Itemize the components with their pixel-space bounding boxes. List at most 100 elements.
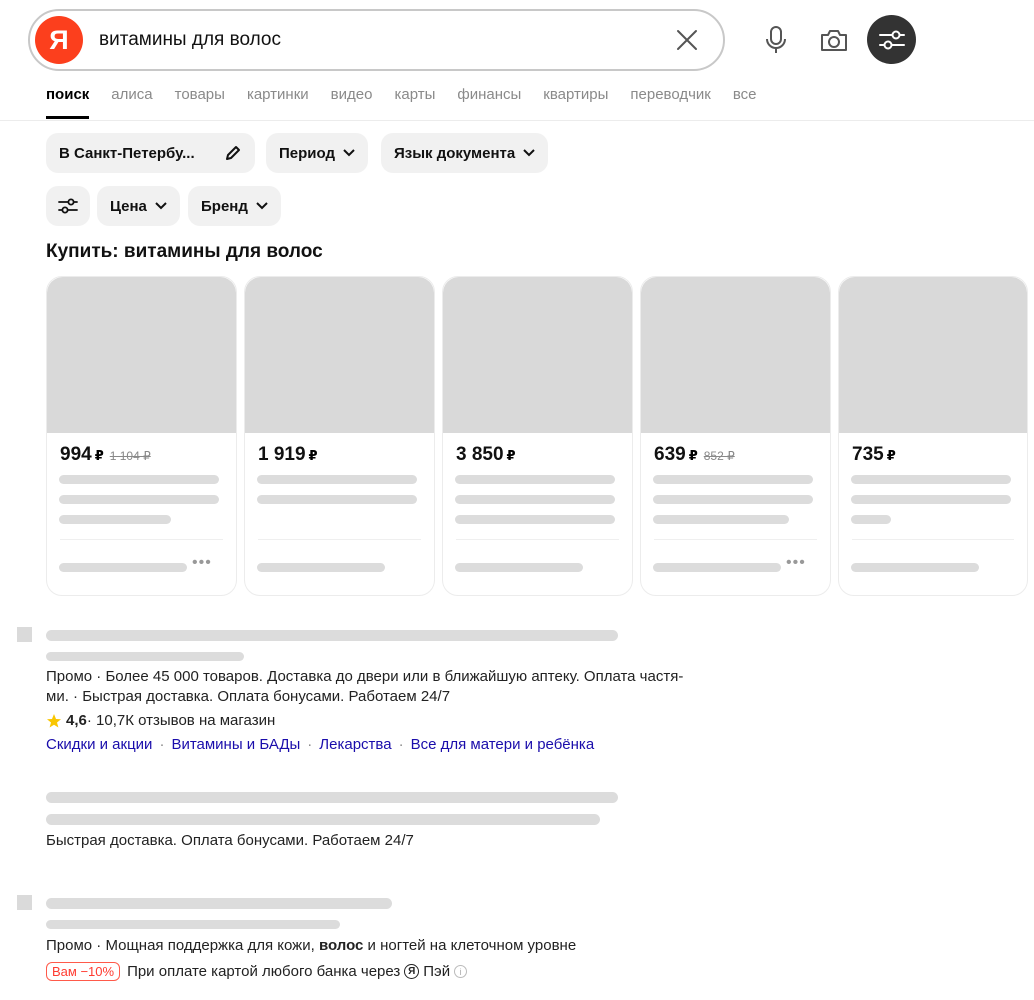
tab-video[interactable]: видео xyxy=(331,86,373,119)
filters-settings-button[interactable] xyxy=(46,186,90,226)
sitelink[interactable]: Все для матери и ребёнка xyxy=(411,736,595,753)
discount-badge: Вам −10% xyxy=(46,962,121,981)
result-snippet: Промо · Более 45 000 товаров. Доставка д… xyxy=(46,667,683,707)
shop-rating[interactable]: 4,6 · 10,7К отзывов на магазин xyxy=(46,712,275,729)
brand-filter[interactable]: Бренд xyxy=(188,186,281,226)
chevron-down-icon xyxy=(343,149,355,157)
result-snippet: Промо · Мощная поддержка для кожи, волос… xyxy=(46,936,576,956)
placeholder-bar xyxy=(59,475,219,484)
placeholder-bar xyxy=(455,475,615,484)
site-favicon[interactable] xyxy=(17,627,32,642)
card-divider xyxy=(852,539,1014,540)
currency-sign: ₽ xyxy=(506,448,516,463)
tab-apartments[interactable]: квартиры xyxy=(543,86,608,119)
placeholder-bar xyxy=(455,563,583,572)
tab-search[interactable]: поиск xyxy=(46,86,90,119)
currency-sign: ₽ xyxy=(886,448,896,463)
tab-finance[interactable]: финансы xyxy=(457,86,521,119)
product-image[interactable] xyxy=(443,277,632,433)
product-card[interactable]: 735 ₽ xyxy=(838,276,1028,596)
sitelink[interactable]: Лекарства xyxy=(319,736,391,753)
site-favicon[interactable] xyxy=(17,895,32,910)
sitelink[interactable]: Скидки и акции xyxy=(46,736,152,753)
result-url-placeholder[interactable] xyxy=(46,920,340,929)
result-title-placeholder[interactable] xyxy=(46,630,618,641)
price-row: 3 850 ₽ xyxy=(456,444,516,466)
snippet-highlight: волос xyxy=(318,937,364,954)
sliders-icon xyxy=(58,198,78,214)
placeholder-bar xyxy=(851,475,1011,484)
placeholder-bar xyxy=(59,495,219,504)
tab-alice[interactable]: алиса xyxy=(111,86,152,119)
price-filter-label: Цена xyxy=(110,197,147,215)
snippet-line: Промо · Более 45 000 товаров. Доставка д… xyxy=(46,668,684,685)
region-filter[interactable]: В Санкт-Петербу... xyxy=(46,133,255,173)
separator-dot: · xyxy=(398,736,404,753)
product-price: 994 xyxy=(60,444,92,465)
period-filter-label: Период xyxy=(279,144,335,162)
clear-search-button[interactable] xyxy=(667,20,707,60)
placeholder-bar xyxy=(455,515,615,524)
currency-sign: ₽ xyxy=(308,448,318,463)
chevron-down-icon xyxy=(256,202,268,210)
separator-dot: · xyxy=(159,736,165,753)
tab-products[interactable]: товары xyxy=(175,86,225,119)
tab-all[interactable]: все xyxy=(733,86,757,119)
placeholder-bar xyxy=(59,563,187,572)
product-card[interactable]: 639 ₽ 852 ₽ ••• xyxy=(640,276,831,596)
rating-value: 4,6 xyxy=(66,712,87,729)
search-bar[interactable]: Я витамины для волос xyxy=(28,9,725,71)
product-image[interactable] xyxy=(839,277,1027,433)
placeholder-bar xyxy=(851,495,1011,504)
info-icon[interactable]: i xyxy=(454,965,468,978)
product-card[interactable]: 1 919 ₽ xyxy=(244,276,435,596)
more-options-icon[interactable]: ••• xyxy=(192,555,212,571)
period-filter[interactable]: Период xyxy=(266,133,368,173)
price-row: 994 ₽ 1 104 ₽ xyxy=(60,444,151,466)
result-snippet: Быстрая доставка. Оплата бонусами. Работ… xyxy=(46,832,414,849)
language-filter[interactable]: Язык документа xyxy=(381,133,549,173)
product-price: 639 xyxy=(654,444,686,465)
placeholder-bar xyxy=(653,475,813,484)
placeholder-bar xyxy=(257,563,385,572)
tab-images[interactable]: картинки xyxy=(247,86,309,119)
voice-search-button[interactable] xyxy=(752,16,800,64)
old-price: 1 104 ₽ xyxy=(109,449,151,463)
microphone-icon xyxy=(766,26,786,53)
product-image[interactable] xyxy=(47,277,236,433)
product-image[interactable] xyxy=(641,277,830,433)
result-title-placeholder[interactable] xyxy=(46,898,392,909)
price-row: 1 919 ₽ xyxy=(258,444,318,466)
snippet-text: и ногтей на клеточном уровне xyxy=(363,937,577,954)
camera-icon xyxy=(821,30,847,51)
pay-brand: Пэй xyxy=(423,963,451,980)
search-tabs: поиск алиса товары картинки видео карты … xyxy=(46,86,779,119)
placeholder-bar xyxy=(653,563,781,572)
placeholder-bar xyxy=(653,515,789,524)
chevron-down-icon xyxy=(155,202,167,210)
search-settings-button[interactable] xyxy=(867,15,916,64)
product-card[interactable]: 994 ₽ 1 104 ₽ ••• xyxy=(46,276,237,596)
language-filter-label: Язык документа xyxy=(394,144,516,162)
snippet-line: ми. · Быстрая доставка. Оплата бонусами.… xyxy=(46,688,451,705)
result-title-placeholder[interactable] xyxy=(46,814,600,825)
search-input[interactable]: витамины для волос xyxy=(99,29,667,51)
pencil-icon xyxy=(226,146,240,160)
tab-translator[interactable]: переводчик xyxy=(630,86,710,119)
price-filter[interactable]: Цена xyxy=(97,186,180,226)
placeholder-bar xyxy=(455,495,615,504)
product-image[interactable] xyxy=(245,277,434,433)
result-url-placeholder[interactable] xyxy=(46,652,244,661)
yandex-logo[interactable]: Я xyxy=(35,16,83,64)
price-row: 735 ₽ xyxy=(852,444,896,466)
sliders-icon xyxy=(878,30,905,49)
sitelink[interactable]: Витамины и БАДы xyxy=(171,736,300,753)
tab-maps[interactable]: карты xyxy=(394,86,435,119)
yandex-pay-icon: Я xyxy=(404,964,420,979)
result-title-placeholder[interactable] xyxy=(46,792,618,803)
card-divider xyxy=(654,539,817,540)
product-card[interactable]: 3 850 ₽ xyxy=(442,276,633,596)
more-options-icon[interactable]: ••• xyxy=(786,555,806,571)
placeholder-bar xyxy=(257,495,417,504)
image-search-button[interactable] xyxy=(810,16,858,64)
